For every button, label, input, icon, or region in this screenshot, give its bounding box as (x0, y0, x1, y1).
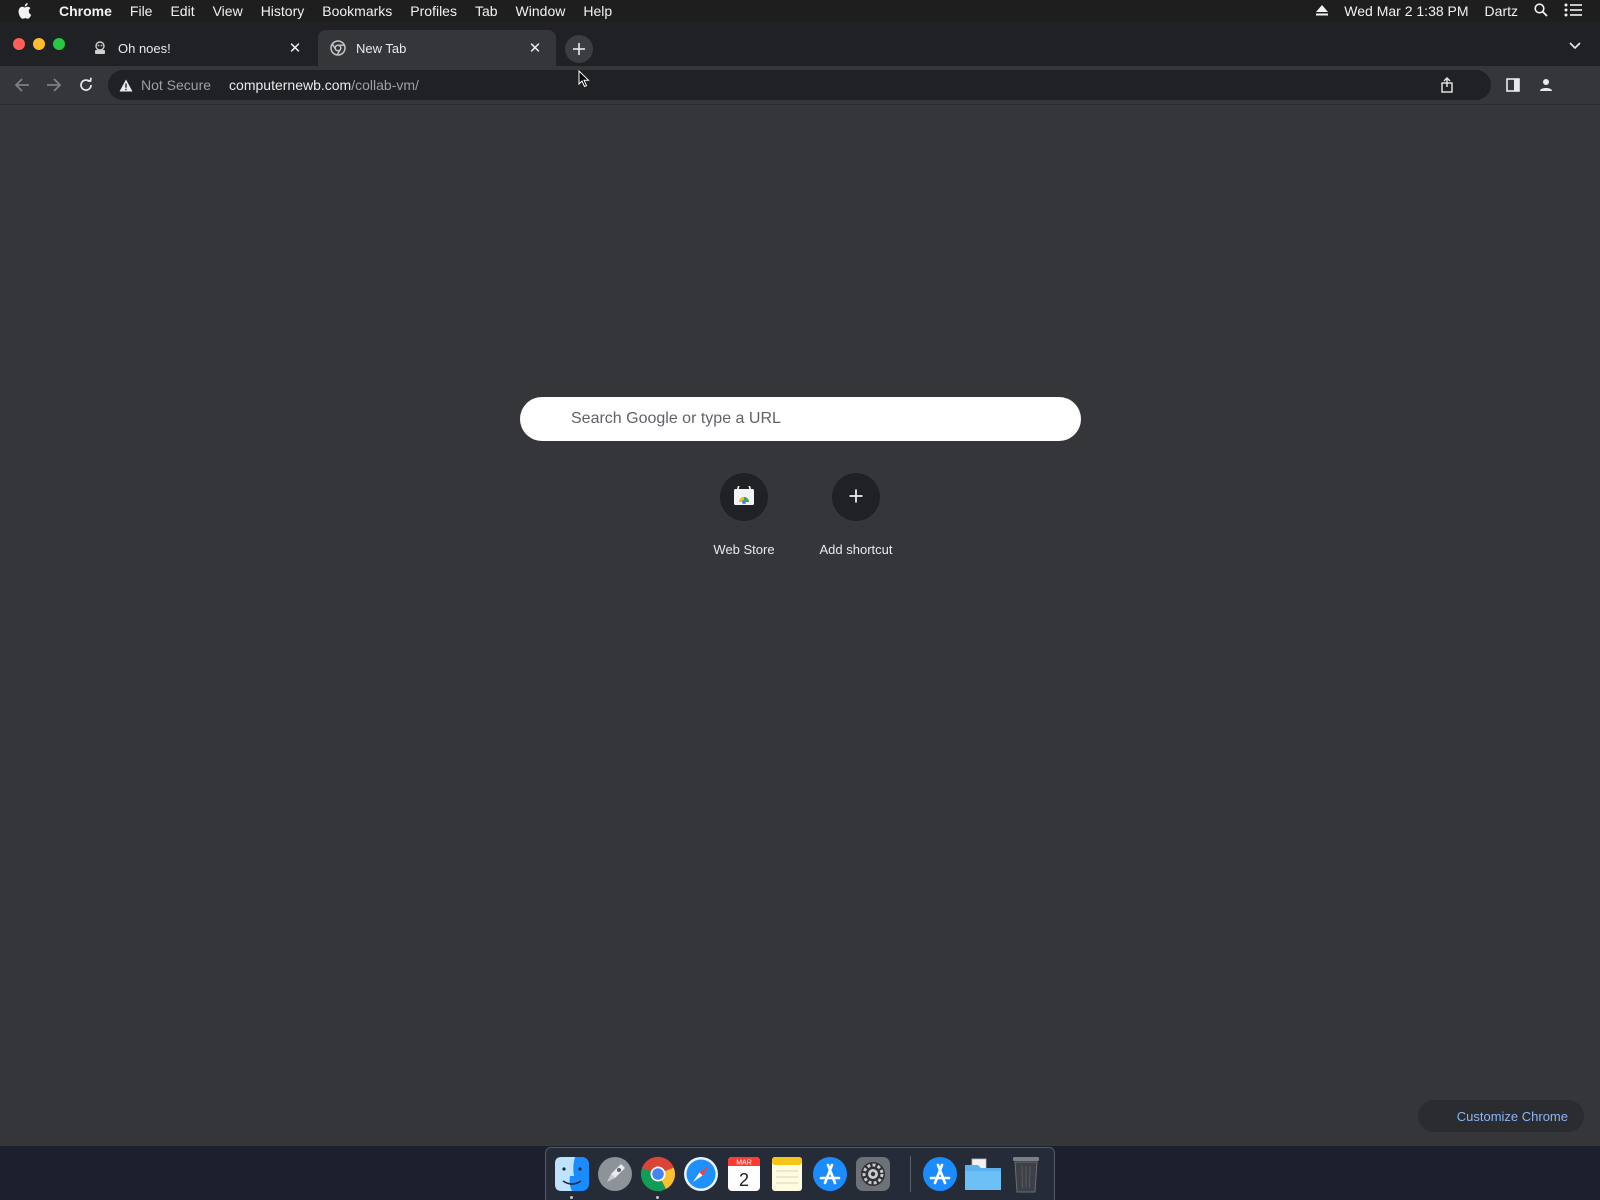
address-bar[interactable]: Not Secure computernewb.com/collab-vm/ (108, 70, 1491, 100)
launchpad-icon[interactable] (596, 1155, 634, 1193)
ntp-search-placeholder: Search Google or type a URL (571, 410, 781, 427)
browser-toolbar: Not Secure computernewb.com/collab-vm/ (0, 66, 1600, 105)
plus-icon (573, 43, 585, 55)
shortcut-tile[interactable] (720, 473, 768, 521)
window-zoom-button[interactable] (53, 38, 65, 50)
ntp-search-box[interactable]: Search Google or type a URL (520, 397, 1081, 441)
apple-menu-icon[interactable] (18, 3, 40, 19)
back-arrow-icon (14, 78, 29, 92)
menu-bookmarks[interactable]: Bookmarks (313, 3, 401, 19)
tab-title: Oh noes! (118, 40, 171, 56)
url-host: computernewb.com (229, 77, 352, 93)
forward-arrow-icon (47, 78, 62, 92)
calendar-icon[interactable]: MAR 2 (725, 1155, 763, 1193)
notes-icon[interactable] (768, 1155, 806, 1193)
spotlight-search-icon[interactable] (1534, 2, 1548, 20)
menu-file[interactable]: File (121, 3, 162, 19)
app-store-icon[interactable] (811, 1155, 849, 1193)
documents-folder-icon[interactable] (964, 1155, 1002, 1193)
menubar-status-area: Wed Mar 2 1:38 PM Dartz (1316, 2, 1600, 20)
customize-chrome-button[interactable]: Customize Chrome (1418, 1100, 1584, 1132)
browser-window: Oh noes! ✕ New Tab ✕ Not Secure computer… (0, 22, 1600, 1146)
running-indicator (656, 1196, 659, 1199)
url-text[interactable]: computernewb.com/collab-vm/ (229, 77, 419, 93)
menu-history[interactable]: History (252, 3, 314, 19)
window-minimize-button[interactable] (33, 38, 45, 50)
web-store-icon (733, 481, 755, 509)
url-path: /collab-vm/ (351, 77, 419, 93)
security-label[interactable]: Not Secure (141, 77, 211, 93)
chrome-icon (330, 40, 346, 56)
new-tab-button[interactable] (565, 35, 593, 63)
shortcut-web-store[interactable]: Web Store (688, 473, 800, 557)
calendar-month: MAR (736, 1160, 752, 1167)
customize-chrome-label: Customize Chrome (1456, 1108, 1568, 1124)
eject-icon[interactable] (1316, 3, 1329, 19)
calendar-day: 2 (739, 1170, 749, 1190)
window-close-button[interactable] (13, 38, 25, 50)
menu-view[interactable]: View (204, 3, 252, 19)
app-store-downloads-icon[interactable] (921, 1155, 959, 1193)
forward-button[interactable] (43, 74, 65, 96)
shortcut-label: Web Store (713, 542, 775, 557)
tab-oh-noes[interactable]: Oh noes! ✕ (80, 30, 316, 66)
menu-edit[interactable]: Edit (161, 3, 203, 19)
shortcut-add[interactable]: Add shortcut (800, 473, 912, 557)
dock: MAR 2 (545, 1147, 1055, 1200)
running-indicator (570, 1196, 573, 1199)
mouse-pointer-icon (578, 69, 590, 93)
tab-title: New Tab (356, 40, 407, 56)
menu-profiles[interactable]: Profiles (401, 3, 466, 19)
back-button[interactable] (11, 74, 33, 96)
tab-close-icon[interactable]: ✕ (286, 39, 304, 57)
chrome-dock-icon[interactable] (639, 1155, 677, 1193)
menu-tab[interactable]: Tab (466, 3, 507, 19)
menu-app-name[interactable]: Chrome (50, 3, 121, 19)
menubar-clock[interactable]: Wed Mar 2 1:38 PM (1344, 3, 1468, 19)
tab-strip: Oh noes! ✕ New Tab ✕ (0, 22, 1600, 66)
shortcut-label: Add shortcut (819, 542, 893, 557)
tab-new-tab[interactable]: New Tab ✕ (318, 30, 556, 66)
tab-close-icon[interactable]: ✕ (526, 39, 544, 57)
reload-icon (80, 77, 92, 91)
warning-icon[interactable] (118, 77, 134, 93)
menu-window[interactable]: Window (507, 3, 575, 19)
safari-icon[interactable] (682, 1155, 720, 1193)
trash-icon[interactable] (1007, 1155, 1045, 1193)
finder-icon[interactable] (553, 1155, 591, 1193)
reload-button[interactable] (75, 74, 97, 96)
side-panel-icon[interactable] (1505, 77, 1521, 93)
tab-search-chevron-icon[interactable] (1568, 38, 1582, 52)
dock-separator (910, 1156, 911, 1192)
system-preferences-icon[interactable] (854, 1155, 892, 1193)
menu-bar: Chrome File Edit View History Bookmarks … (0, 0, 1600, 22)
share-icon[interactable] (1439, 77, 1455, 93)
menubar-user[interactable]: Dartz (1485, 3, 1518, 19)
menu-help[interactable]: Help (574, 3, 621, 19)
collabvm-icon (92, 40, 108, 56)
notification-center-icon[interactable] (1564, 3, 1582, 20)
plus-icon (848, 488, 864, 507)
profile-icon[interactable] (1538, 77, 1554, 93)
shortcut-tile[interactable] (832, 473, 880, 521)
